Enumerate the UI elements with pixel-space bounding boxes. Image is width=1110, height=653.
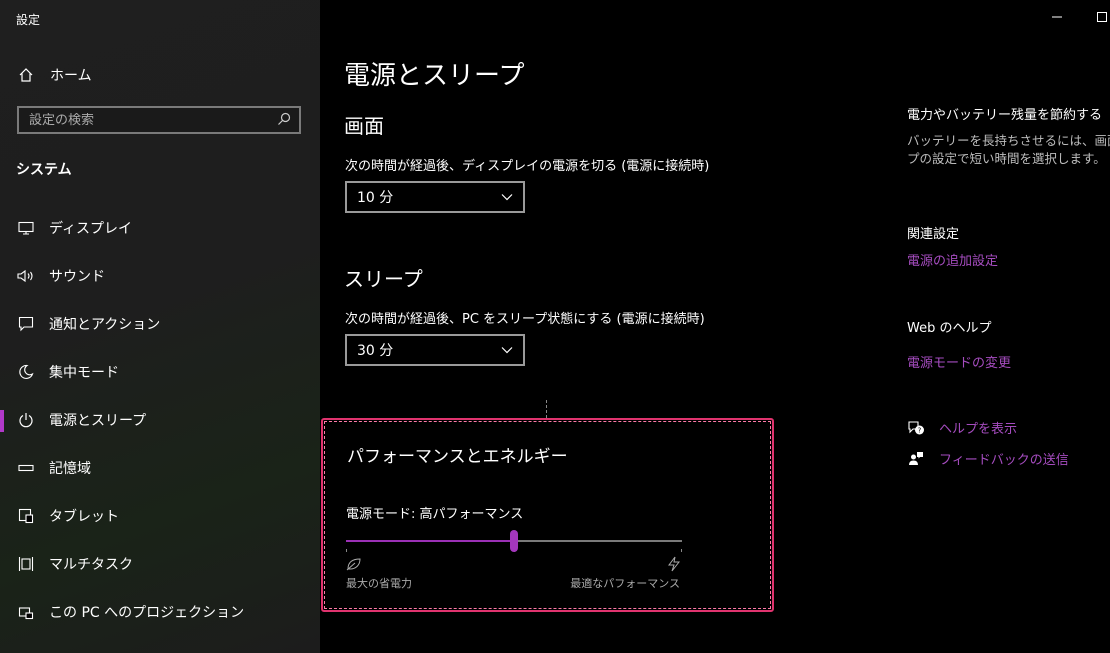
sidebar-item-label: マルチタスク [49, 557, 133, 573]
send-feedback-label: フィードバックの送信 [939, 453, 1069, 468]
sidebar-item-tablet[interactable]: タブレット [0, 492, 320, 540]
sleep-timeout-dropdown[interactable]: 30 分 [345, 334, 525, 366]
power-mode-slider[interactable] [346, 530, 682, 552]
screen-timeout-value: 10 分 [357, 190, 394, 206]
get-help-label: ヘルプを表示 [939, 422, 1018, 437]
sidebar-item-label: 電源とスリープ [49, 413, 147, 429]
sidebar-item-label: サウンド [49, 269, 105, 285]
multitask-icon [17, 555, 35, 573]
sidebar-item-display[interactable]: ディスプレイ [0, 204, 320, 252]
sidebar-item-focus[interactable]: 集中モード [0, 348, 320, 396]
sidebar-item-projection[interactable]: この PC へのプロジェクション [0, 588, 320, 636]
focus-indicator-line [546, 400, 548, 418]
get-help-link[interactable]: ? ヘルプを表示 [907, 418, 1017, 437]
home-icon [16, 65, 36, 85]
performance-heading: パフォーマンスとエネルギー [347, 447, 568, 467]
search-input[interactable] [29, 112, 277, 128]
sidebar-item-sound[interactable]: サウンド [0, 252, 320, 300]
sidebar-item-label: この PC へのプロジェクション [49, 605, 245, 621]
screen-heading: 画面 [344, 114, 384, 138]
chevron-down-icon [501, 342, 513, 358]
save-power-text-line-1: バッテリーを長持ちさせるには、画面と [907, 133, 1110, 148]
change-power-mode-link[interactable]: 電源モードの変更 [907, 352, 1011, 371]
storage-icon [17, 459, 35, 477]
home-link[interactable]: ホーム [16, 64, 92, 86]
sidebar-item-multitasking[interactable]: マルチタスク [0, 540, 320, 588]
slider-fill [346, 540, 514, 542]
power-saver-label: 最大の省電力 [346, 577, 412, 590]
screen-timeout-dropdown[interactable]: 10 分 [345, 181, 525, 213]
sidebar-item-power-sleep[interactable]: 電源とスリープ [0, 396, 320, 444]
sleep-description: 次の時間が経過後、PC をスリープ状態にする (電源に接続時) [345, 312, 705, 327]
slider-thumb[interactable] [510, 530, 518, 552]
power-icon [17, 411, 35, 429]
page-title: 電源とスリープ [344, 61, 525, 91]
feedback-icon [907, 450, 925, 468]
slider-tick [346, 549, 347, 552]
send-feedback-link[interactable]: フィードバックの送信 [907, 449, 1069, 468]
speaker-icon [17, 267, 35, 285]
message-icon [17, 315, 35, 333]
sidebar-item-label: 記憶域 [49, 461, 91, 477]
screen-description: 次の時間が経過後、ディスプレイの電源を切る (電源に接続時) [345, 159, 710, 174]
best-performance-label: 最適なパフォーマンス [570, 577, 680, 590]
leaf-icon [346, 556, 362, 575]
lightning-icon [667, 556, 681, 576]
web-help-heading: Web のヘルプ [907, 321, 992, 336]
tablet-icon [17, 507, 35, 525]
monitor-icon [17, 219, 35, 237]
window-title: 設定 [16, 13, 41, 27]
additional-power-settings-link[interactable]: 電源の追加設定 [907, 250, 998, 269]
sidebar-item-storage[interactable]: 記憶域 [0, 444, 320, 492]
search-icon[interactable] [277, 111, 291, 130]
sleep-heading: スリープ [344, 267, 423, 291]
save-power-heading: 電力やバッテリー残量を節約する [907, 108, 1103, 123]
moon-icon [17, 363, 35, 381]
svg-text:?: ? [918, 426, 922, 434]
sleep-timeout-value: 30 分 [357, 343, 394, 359]
sidebar-item-label: タブレット [49, 509, 119, 525]
sidebar-item-label: 通知とアクション [49, 317, 161, 333]
sidebar: 設定 ホーム システム ディスプレイ サウンド [0, 0, 320, 653]
section-label-system: システム [16, 162, 72, 178]
sidebar-item-notifications[interactable]: 通知とアクション [0, 300, 320, 348]
chevron-down-icon [501, 189, 513, 205]
performance-energy-panel: パフォーマンスとエネルギー 電源モード: 高パフォーマンス 最大の省電力 最適な… [321, 418, 774, 612]
search-box[interactable] [17, 106, 301, 134]
minimize-button[interactable] [1050, 10, 1064, 24]
help-chat-icon: ? [907, 419, 925, 437]
sidebar-item-label: ディスプレイ [49, 221, 133, 237]
home-label: ホーム [50, 68, 92, 84]
projection-icon [17, 603, 35, 621]
related-settings-heading: 関連設定 [907, 227, 960, 242]
power-mode-label: 電源モード: 高パフォーマンス [346, 507, 524, 522]
sidebar-item-label: 集中モード [49, 365, 119, 381]
maximize-button[interactable] [1095, 10, 1109, 24]
sidebar-nav: ディスプレイ サウンド 通知とアクション 集中モード 電源とスリープ 記憶域 タ… [0, 204, 320, 636]
slider-tick [681, 549, 682, 552]
save-power-text-line-2: プの設定で短い時間を選択します。 [907, 151, 1106, 166]
